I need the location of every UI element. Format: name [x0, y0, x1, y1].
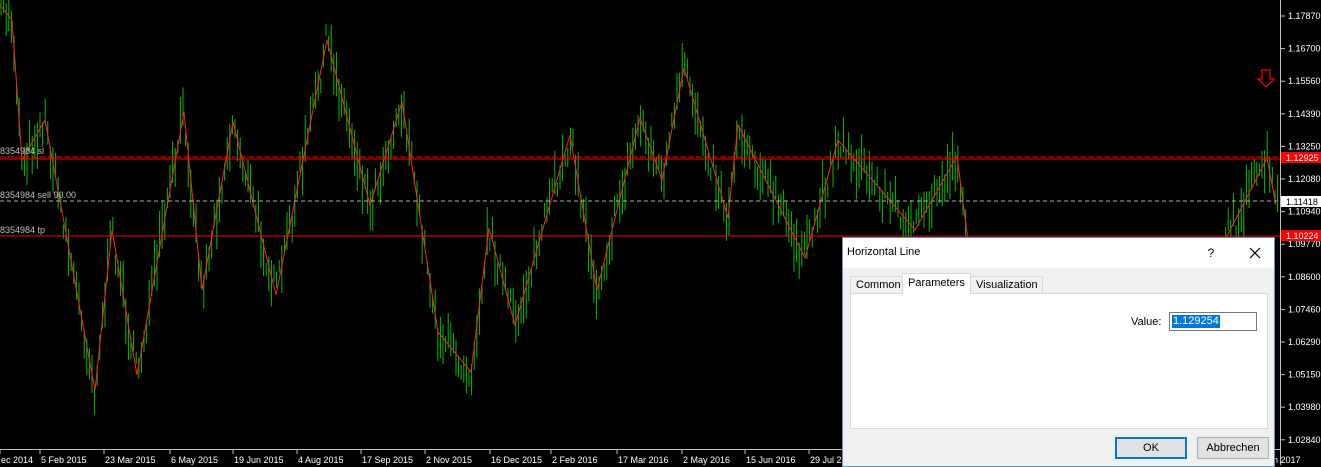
sl-line-label: 8354984 sl: [0, 146, 44, 156]
date-axis-label: 2 Feb 2016: [552, 455, 598, 465]
upper-price-tag-text: 1.12925: [1286, 153, 1319, 163]
price-axis-label: 1.15560: [1288, 76, 1321, 86]
date-axis-label: n 2017: [1273, 455, 1301, 465]
lower-price-tag-text: 1.10224: [1286, 231, 1319, 241]
date-axis-label: 4 Aug 2015: [298, 455, 344, 465]
current-price-tag-text: 1.11418: [1286, 197, 1318, 207]
close-button[interactable]: [1241, 242, 1269, 264]
help-button[interactable]: ?: [1199, 242, 1223, 264]
ok-button[interactable]: OK: [1115, 437, 1187, 459]
tab-visualization[interactable]: Visualization: [970, 276, 1043, 293]
entry-line-label: 8354984 sell 90.00: [0, 190, 76, 200]
price-axis-label: 1.02840: [1288, 435, 1321, 445]
date-axis-label: ec 2014: [1, 455, 33, 465]
date-axis-label: 2 May 2016: [683, 455, 730, 465]
date-axis-label: 17 Sep 2015: [362, 455, 413, 465]
price-axis-label: 1.12080: [1288, 174, 1321, 184]
date-axis-label: 2 Nov 2015: [426, 455, 472, 465]
date-axis-label: 19 Jun 2015: [234, 455, 284, 465]
dialog-titlebar[interactable]: Horizontal Line ?: [843, 238, 1274, 268]
sell-arrow-icon[interactable]: [1256, 69, 1276, 88]
horizontal-line-dialog: Horizontal Line ? Common Parameters Visu…: [842, 237, 1275, 467]
price-axis-label: 1.08600: [1288, 272, 1321, 282]
date-axis-label: 16 Dec 2015: [491, 455, 542, 465]
cancel-button[interactable]: Abbrechen: [1197, 437, 1269, 459]
tab-parameters[interactable]: Parameters: [902, 273, 971, 294]
date-axis-label: 23 Mar 2015: [105, 455, 156, 465]
date-axis-label: 15 Jun 2016: [746, 455, 796, 465]
price-axis: 1.17870 1.16700 1.15560 1.14390 1.13250 1.120…: [1281, 11, 1321, 445]
dialog-title: Horizontal Line: [847, 246, 921, 258]
date-axis-label: 17 Mar 2016: [618, 455, 669, 465]
price-axis-label: 1.14390: [1288, 109, 1321, 119]
date-axis-label: 5 Feb 2015: [41, 455, 87, 465]
price-axis-label: 1.05150: [1288, 370, 1321, 380]
tp-line-label: 8354984 tp: [0, 225, 45, 235]
price-axis-label: 1.16700: [1288, 44, 1321, 54]
price-axis-label: 1.06290: [1288, 337, 1321, 347]
price-axis-label: 1.10940: [1288, 207, 1321, 217]
date-axis-label: 29 Jul 2: [810, 455, 842, 465]
close-icon: [1249, 247, 1261, 259]
value-label: Value:: [1131, 316, 1162, 328]
value-input-text: 1.129254: [1172, 315, 1220, 328]
price-axis-label: 1.13250: [1288, 141, 1321, 151]
price-axis-label: 1.17870: [1288, 11, 1321, 21]
tab-common[interactable]: Common: [850, 276, 903, 293]
price-axis-label: 1.07460: [1288, 304, 1321, 314]
value-input[interactable]: 1.129254: [1169, 312, 1257, 331]
parameters-panel: Value: 1.129254: [850, 293, 1268, 429]
price-axis-label: 1.03980: [1288, 402, 1321, 412]
date-axis-label: 6 May 2015: [171, 455, 218, 465]
